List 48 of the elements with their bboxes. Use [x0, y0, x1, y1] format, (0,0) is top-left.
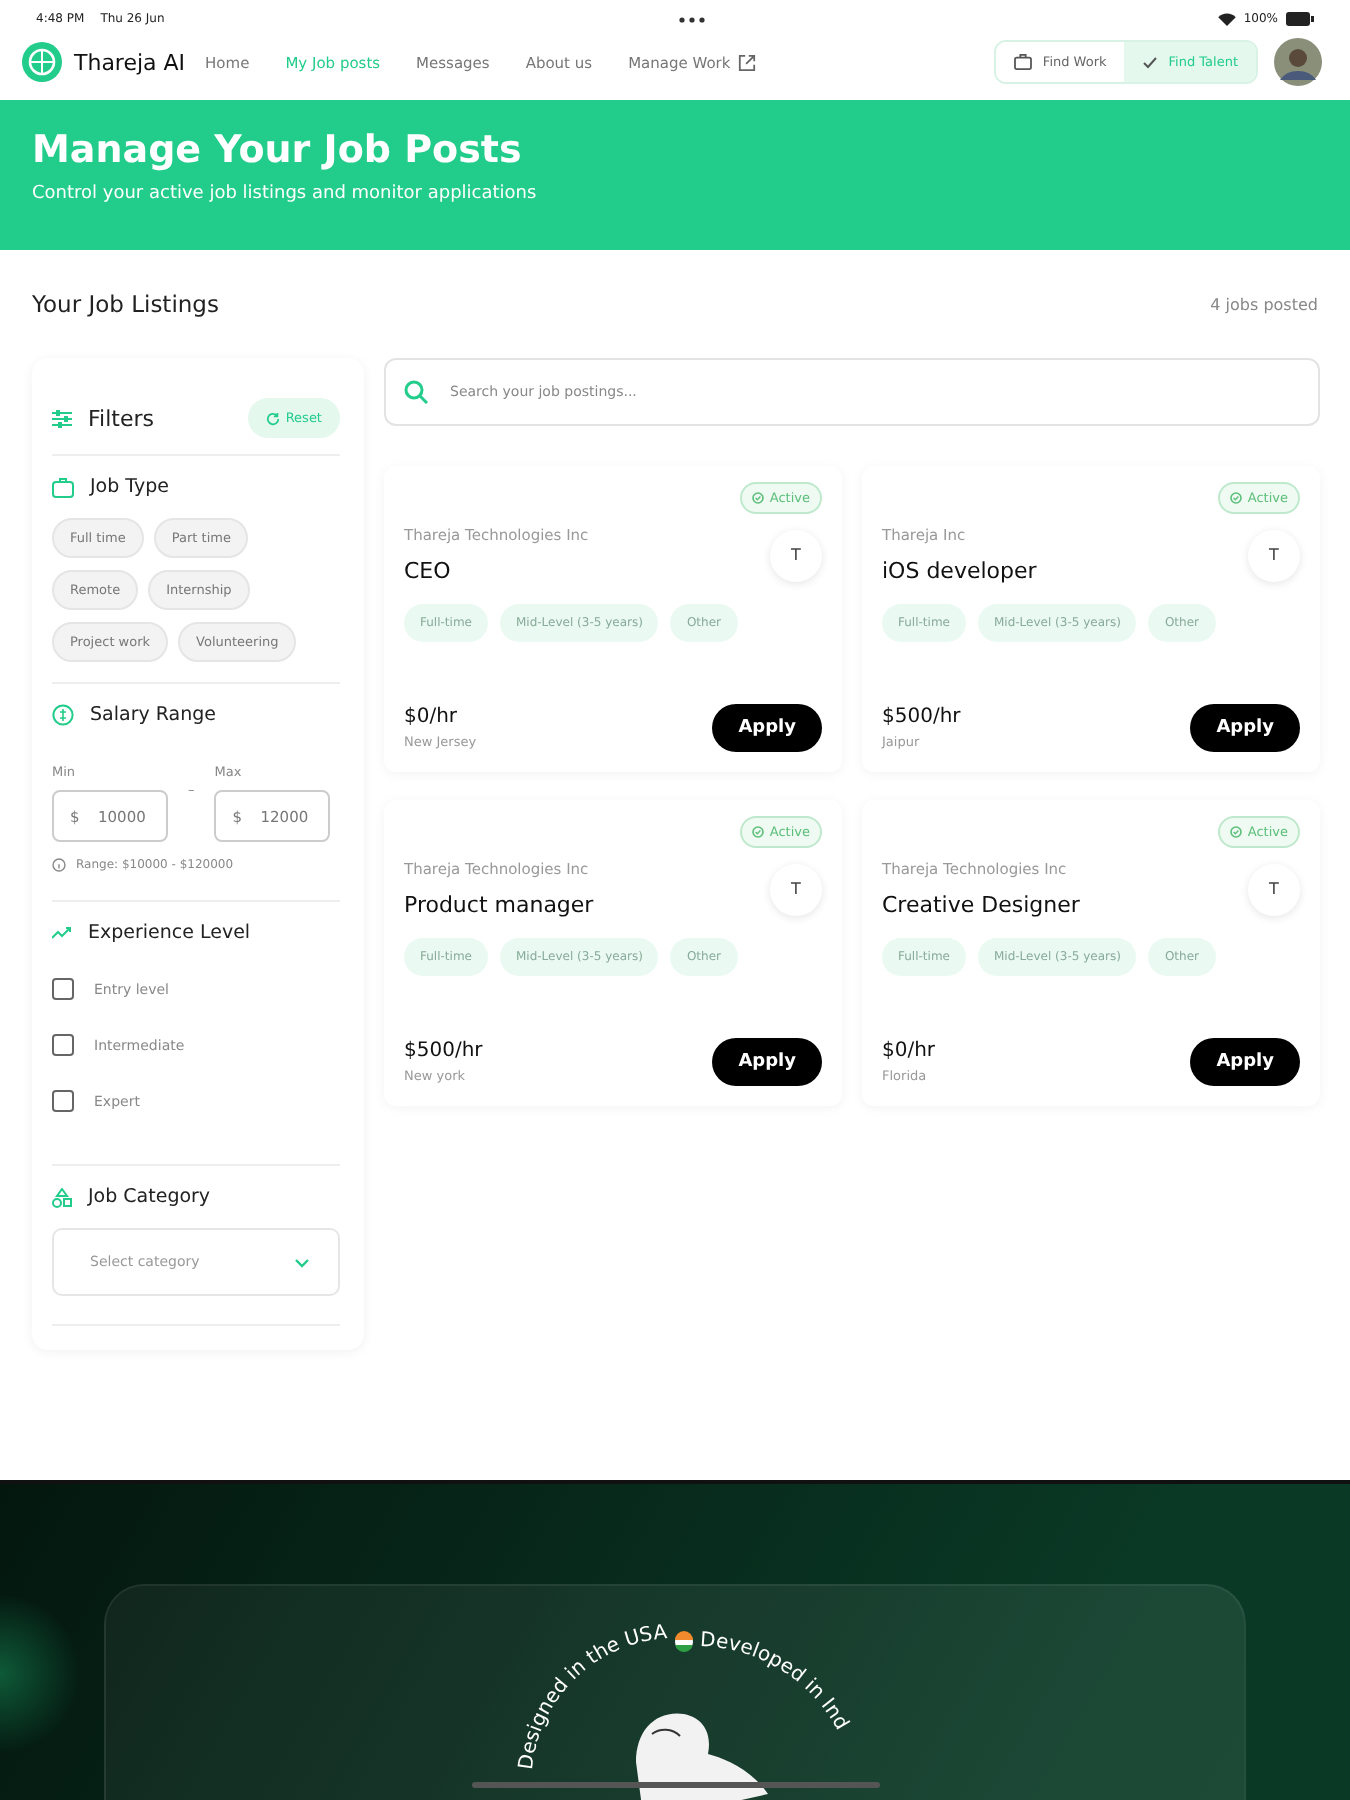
hourly-rate: $0/hr	[882, 1040, 936, 1063]
check-icon	[1142, 55, 1159, 70]
section-heading: Job Type	[90, 476, 169, 499]
brand-name: Thareja AI	[74, 49, 186, 76]
section-title: Your Job Listings	[32, 290, 219, 318]
page-subtitle: Control your active job listings and monitor applications	[32, 184, 539, 205]
section-heading: Salary Range	[90, 704, 216, 727]
briefcase-icon	[1014, 54, 1033, 71]
briefcase-icon	[52, 477, 74, 498]
checkbox[interactable]	[52, 1034, 74, 1057]
job-title: CEO	[404, 558, 453, 585]
hourly-rate: $0/hr	[404, 706, 460, 729]
checkbox[interactable]	[52, 1090, 74, 1113]
hourly-rate: $500/hr	[882, 706, 961, 729]
shapes-icon	[52, 1187, 72, 1208]
company-initial: T	[770, 529, 822, 582]
coin-icon	[52, 704, 74, 727]
apply-button[interactable]: Apply	[712, 1038, 822, 1087]
search-icon	[404, 380, 428, 405]
logo-icon	[20, 40, 64, 85]
hourly-rate: $500/hr	[404, 1040, 483, 1063]
page-title: Manage Your Job Posts	[32, 128, 524, 173]
sliders-icon	[52, 409, 72, 428]
wifi-icon	[1217, 12, 1236, 27]
more-icon	[677, 15, 706, 24]
job-title: iOS developer	[882, 558, 1037, 585]
flag-icon	[674, 1631, 692, 1653]
chevron-down-icon	[294, 1257, 310, 1268]
refresh-icon	[265, 411, 280, 426]
section-heading: Job Category	[88, 1186, 211, 1209]
job-title: Creative Designer	[882, 892, 1080, 919]
avatar	[1274, 38, 1322, 87]
company-initial: T	[770, 863, 822, 916]
trend-icon	[52, 926, 72, 941]
section-heading: Experience Level	[88, 922, 251, 945]
apply-button[interactable]: Apply	[1190, 704, 1300, 753]
filters-title: Filters	[88, 405, 154, 432]
battery-icon	[1285, 12, 1314, 27]
checkbox[interactable]	[52, 978, 74, 1001]
apply-button[interactable]: Apply	[712, 704, 822, 753]
external-link-icon	[738, 53, 757, 72]
company-initial: T	[1248, 863, 1300, 916]
apply-button[interactable]: Apply	[1190, 1038, 1300, 1087]
company-initial: T	[1248, 529, 1300, 582]
info-icon	[52, 858, 66, 873]
emblem-drawing	[635, 1713, 767, 1800]
job-title: Product manager	[404, 892, 594, 919]
job-count: 4 jobs posted	[1210, 295, 1318, 313]
